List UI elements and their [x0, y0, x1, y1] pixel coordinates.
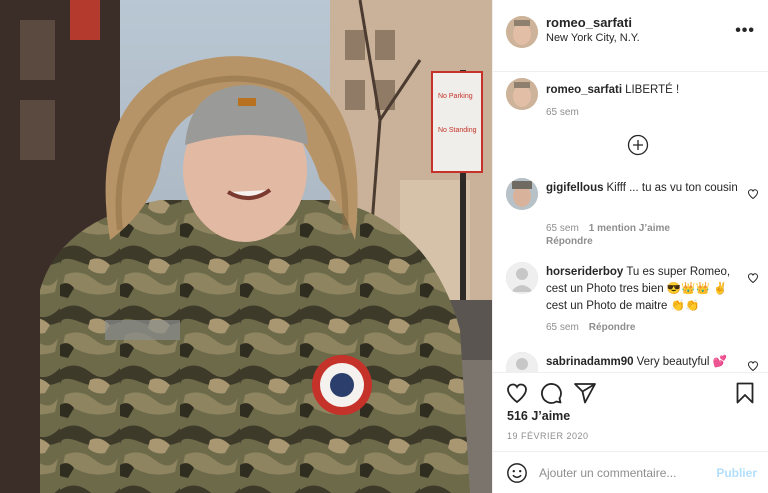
post-date[interactable]: 19 FÉVRIER 2020	[507, 431, 589, 441]
heart-icon[interactable]	[747, 272, 759, 284]
caption-text: romeo_sarfati LIBERTÉ !	[546, 82, 746, 99]
comment-avatar[interactable]	[506, 352, 538, 372]
comment-time[interactable]: 65 sem	[546, 223, 579, 234]
heart-icon[interactable]	[505, 381, 529, 405]
comment-username[interactable]: gigifellous	[546, 182, 604, 194]
caption-meta: 65 sem	[546, 107, 589, 118]
sign-text-1: No Parking	[438, 93, 473, 100]
comment-body: Kifff ... tu as vu ton cousin	[606, 182, 738, 194]
plus-circle-icon[interactable]	[627, 134, 649, 156]
comment-username[interactable]: sabrinadamm90	[546, 356, 634, 368]
heart-icon[interactable]	[747, 360, 759, 372]
photo-scene: No Parking No Standing	[0, 0, 492, 493]
comment-avatar[interactable]	[506, 178, 538, 210]
comment-meta: 65 sem Répondre	[546, 322, 635, 333]
comment-username[interactable]: horseriderboy	[546, 266, 623, 278]
comment-icon[interactable]	[539, 381, 563, 405]
caption-username[interactable]: romeo_sarfati	[546, 84, 622, 96]
caption-avatar[interactable]	[506, 78, 538, 110]
author-avatar[interactable]	[506, 16, 538, 48]
comment-time[interactable]: 65 sem	[546, 322, 579, 333]
comment-avatar[interactable]	[506, 262, 538, 294]
bookmark-icon[interactable]	[733, 381, 757, 405]
reply-button[interactable]: Répondre	[546, 236, 593, 247]
comment-text: gigifellous Kifff ... tu as vu ton cousin	[546, 180, 746, 197]
caption-body: LIBERTÉ !	[625, 84, 680, 96]
comment-composer: Publier	[493, 451, 768, 493]
comment-text: sabrinadamm90 Very beautyful 💕	[546, 354, 746, 371]
post-header: romeo_sarfati New York City, N.Y. •••	[493, 0, 768, 72]
heart-icon[interactable]	[747, 188, 759, 200]
comment-likes[interactable]: 1 mention J’aime	[589, 223, 670, 234]
share-icon[interactable]	[573, 381, 597, 405]
publish-button[interactable]: Publier	[716, 466, 757, 480]
reply-button[interactable]: Répondre	[589, 322, 636, 333]
post-panel: romeo_sarfati New York City, N.Y. ••• ro…	[492, 0, 768, 493]
post-location[interactable]: New York City, N.Y.	[546, 32, 640, 44]
emoji-icon[interactable]	[506, 462, 528, 484]
comment-input[interactable]	[539, 462, 699, 484]
comments-list[interactable]: romeo_sarfati LIBERTÉ ! 65 sem gigifellou…	[493, 72, 768, 372]
more-icon[interactable]: •••	[735, 22, 755, 40]
comment-body: Very beautyful 💕	[636, 356, 727, 368]
likes-count[interactable]: 516 J’aime	[507, 409, 570, 423]
post-actions: 516 J’aime 19 FÉVRIER 2020 Publier	[493, 372, 768, 493]
sign-text-2: No Standing	[438, 127, 477, 134]
caption-time[interactable]: 65 sem	[546, 107, 579, 118]
author-username[interactable]: romeo_sarfati	[546, 15, 632, 30]
comment-meta: 65 sem 1 mention J’aime	[546, 223, 670, 234]
post-photo[interactable]: No Parking No Standing	[0, 0, 492, 493]
comment-text: horseriderboy Tu es super Romeo, cest un …	[546, 264, 746, 315]
